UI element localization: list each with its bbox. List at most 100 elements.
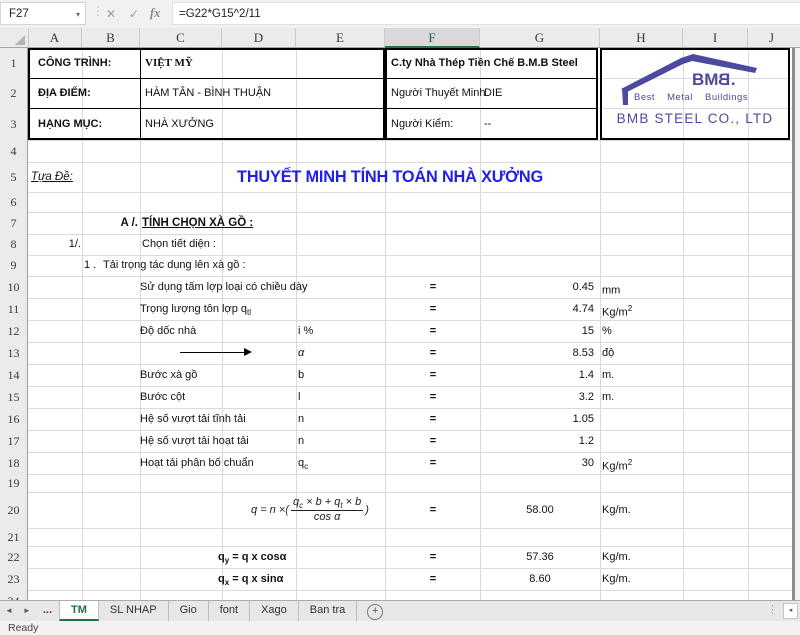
cell-sub1-index[interactable]: 1/.: [28, 234, 81, 255]
cell-value-16[interactable]: 1.05: [480, 408, 594, 430]
cell-equals-18[interactable]: =: [420, 452, 446, 474]
row-header-15[interactable]: 15: [0, 386, 28, 408]
row-header-11[interactable]: 11: [0, 298, 28, 320]
hscroll-left-arrow-icon[interactable]: ◂: [783, 603, 798, 619]
cancel-icon[interactable]: ✕: [106, 0, 116, 28]
cell-value-12[interactable]: 15: [480, 320, 594, 342]
cell-equals-23[interactable]: =: [420, 568, 446, 590]
row-header-19[interactable]: 19: [0, 474, 28, 492]
row-header-4[interactable]: 4: [0, 140, 28, 162]
row-header-16[interactable]: 16: [0, 408, 28, 430]
cell-location-value[interactable]: HÀM TÂN - BÌNH THUẬN: [145, 78, 271, 108]
column-header-e[interactable]: E: [296, 28, 385, 47]
column-header-c[interactable]: C: [140, 28, 222, 47]
cell-project-value[interactable]: VIỆT MỸ: [145, 48, 193, 78]
cell-symbol-17[interactable]: n: [298, 430, 304, 452]
cell-sub2-index[interactable]: 1 .: [84, 255, 96, 276]
row-header-12[interactable]: 12: [0, 320, 28, 342]
tab-scroll-left-icon[interactable]: ◄: [0, 601, 18, 621]
cell-sub2-text[interactable]: Tải trọng tác dụng lên xà gồ :: [103, 255, 245, 276]
column-header-a[interactable]: A: [28, 28, 82, 47]
tab-ban-tra[interactable]: Ban tra: [299, 601, 357, 621]
cell-unit-23[interactable]: Kg/m.: [602, 568, 631, 590]
row-header-22[interactable]: 22: [0, 546, 28, 568]
cell-checker-label[interactable]: Người Kiểm:: [391, 108, 453, 140]
cell-symbol-12[interactable]: i %: [298, 320, 313, 342]
cell-value-23[interactable]: 8.60: [480, 568, 600, 590]
cell-checker-value[interactable]: --: [484, 108, 491, 140]
cell-value-10[interactable]: 0.45: [480, 276, 594, 298]
cell-value-11[interactable]: 4.74: [480, 298, 594, 320]
row-header-8[interactable]: 8: [0, 234, 28, 255]
cell-value-22[interactable]: 57.36: [480, 546, 600, 568]
column-header-d[interactable]: D: [222, 28, 296, 47]
name-box-dropdown-icon[interactable]: ▾: [76, 3, 80, 26]
row-header-14[interactable]: 14: [0, 364, 28, 386]
cell-value-15[interactable]: 3.2: [480, 386, 594, 408]
cell-value-20[interactable]: 58.00: [480, 492, 600, 528]
column-header-b[interactable]: B: [82, 28, 140, 47]
row-header-13[interactable]: 13: [0, 342, 28, 364]
row-header-3[interactable]: 3: [0, 108, 28, 140]
tab-tm[interactable]: TM: [59, 601, 99, 621]
cell-unit-13[interactable]: độ: [602, 342, 614, 364]
cell-equals-13[interactable]: =: [420, 342, 446, 364]
tab-overflow[interactable]: ...: [36, 601, 59, 621]
name-box[interactable]: F27 ▾: [0, 2, 86, 25]
row-header-23[interactable]: 23: [0, 568, 28, 590]
tab-splitter-icon[interactable]: ⋮: [762, 601, 783, 621]
formula-input[interactable]: =G22*G15^2/11: [172, 2, 800, 25]
cell-equals-17[interactable]: =: [420, 430, 446, 452]
cell-value-13[interactable]: 8.53: [480, 342, 594, 364]
cell-unit-14[interactable]: m.: [602, 364, 614, 386]
row-header-2[interactable]: 2: [0, 78, 28, 108]
cell-param-label-15[interactable]: Bước cột: [140, 386, 185, 408]
tab-font[interactable]: font: [209, 601, 250, 621]
cell-item-label[interactable]: HẠNG MỤC:: [38, 108, 102, 140]
cell-company-name[interactable]: C.ty Nhà Thép Tiền Chế B.M.B Steel: [391, 48, 578, 78]
cell-location-label[interactable]: ĐỊA ĐIỂM:: [38, 78, 91, 108]
row-header-18[interactable]: 18: [0, 452, 28, 474]
row-header-10[interactable]: 10: [0, 276, 28, 298]
cell-unit-18[interactable]: Kg/m2: [602, 452, 632, 478]
column-header-g[interactable]: G: [480, 28, 600, 47]
cell-title-label[interactable]: Tựa Đề:: [31, 162, 73, 192]
cell-sub1-text[interactable]: Chọn tiết diện :: [142, 234, 216, 255]
cell-equals-15[interactable]: =: [420, 386, 446, 408]
row-header-24[interactable]: 24: [0, 590, 28, 600]
row-header-6[interactable]: 6: [0, 192, 28, 212]
cell-symbol-13[interactable]: α: [298, 342, 304, 364]
cell-section-a-heading[interactable]: TÍNH CHỌN XÀ GỒ :: [142, 212, 253, 234]
cell-equals-14[interactable]: =: [420, 364, 446, 386]
cell-value-17[interactable]: 1.2: [480, 430, 594, 452]
cell-document-title[interactable]: THUYẾT MINH TÍNH TOÁN NHÀ XƯỞNG: [229, 162, 552, 192]
cell-symbol-14[interactable]: b: [298, 364, 304, 386]
cell-project-label[interactable]: CÔNG TRÌNH:: [38, 48, 111, 78]
cell-author-label[interactable]: Người Thuyết Minh: [391, 78, 485, 108]
cell-value-14[interactable]: 1.4: [480, 364, 594, 386]
row-header-17[interactable]: 17: [0, 430, 28, 452]
enter-icon[interactable]: ✓: [129, 0, 139, 28]
select-all-corner[interactable]: [0, 28, 29, 47]
row-header-21[interactable]: 21: [0, 528, 28, 546]
cell-unit-15[interactable]: m.: [602, 386, 614, 408]
cell-equals-16[interactable]: =: [420, 408, 446, 430]
row-header-1[interactable]: 1: [0, 48, 28, 78]
row-header-20[interactable]: 20: [0, 492, 28, 528]
cell-equals-20[interactable]: =: [420, 492, 446, 528]
row-header-9[interactable]: 9: [0, 255, 28, 276]
cell-param-label-16[interactable]: Hệ số vượt tải tĩnh tải: [140, 408, 246, 430]
add-sheet-button[interactable]: +: [367, 604, 383, 620]
column-header-f-selected[interactable]: F: [385, 28, 480, 48]
cell-param-label-17[interactable]: Hệ số vượt tải hoạt tải: [140, 430, 249, 452]
column-header-i[interactable]: I: [683, 28, 748, 47]
cell-author-value[interactable]: DIE: [484, 78, 502, 108]
cell-equals-10[interactable]: =: [420, 276, 446, 298]
cell-param-label-18[interactable]: Hoạt tải phân bố chuẩn: [140, 452, 254, 474]
cell-equals-11[interactable]: =: [420, 298, 446, 320]
tab-scroll-right-icon[interactable]: ►: [18, 601, 36, 621]
tab-gio[interactable]: Gio: [169, 601, 209, 621]
cell-result-qx-expr[interactable]: qx = q x sinα: [218, 568, 283, 594]
cell-item-value[interactable]: NHÀ XƯỞNG: [145, 108, 214, 140]
column-header-j[interactable]: J: [748, 28, 795, 47]
